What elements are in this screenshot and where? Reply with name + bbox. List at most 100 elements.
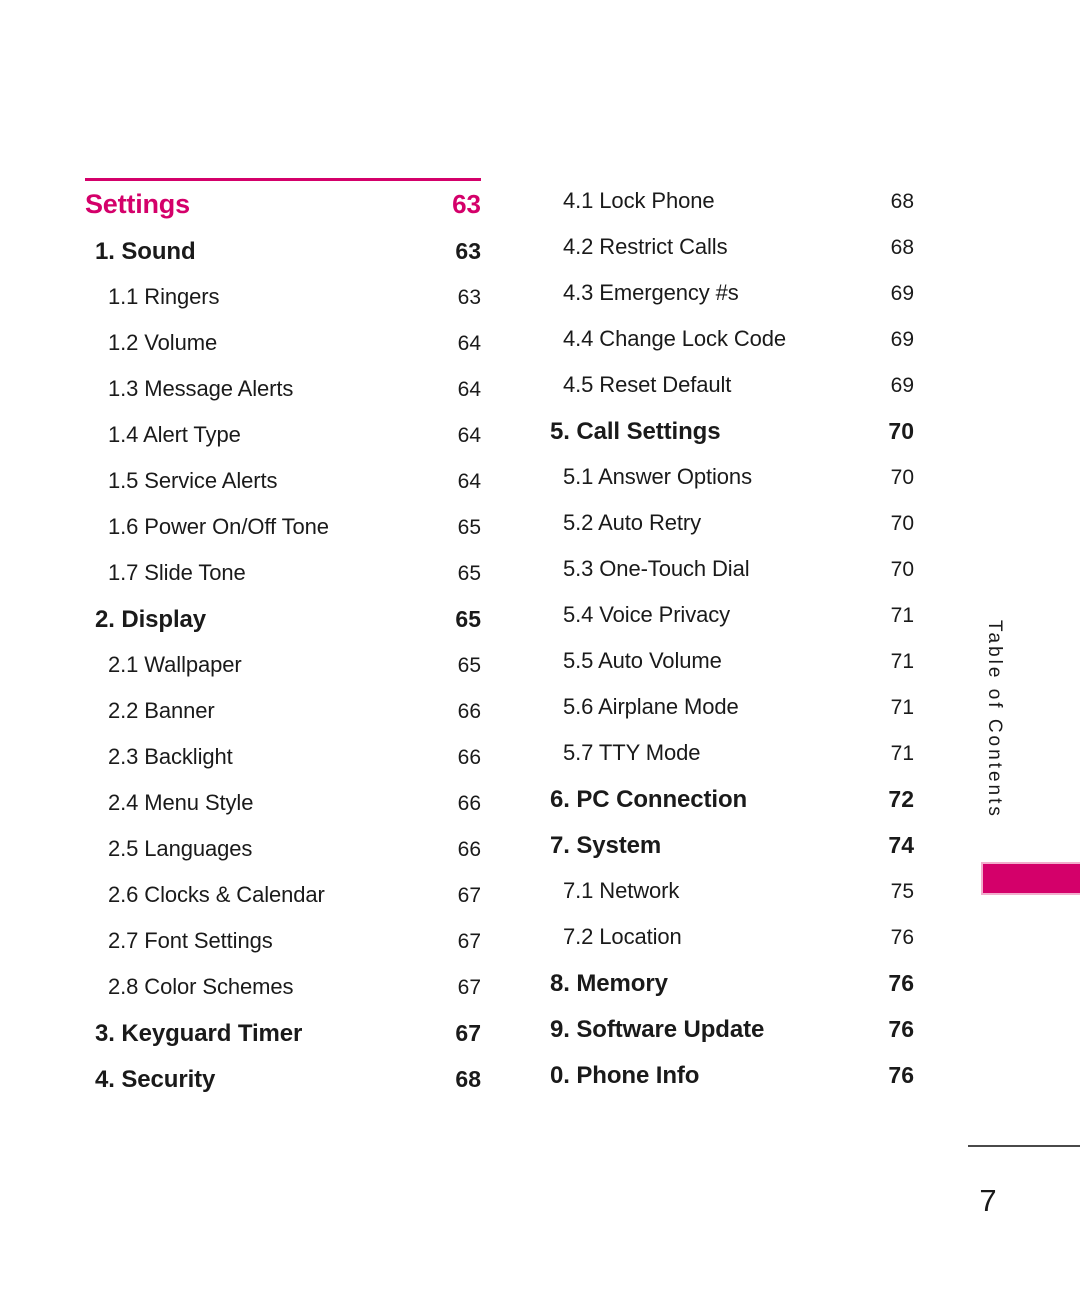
toc-left-entry[interactable]: 2.3 Backlight 66 — [85, 744, 481, 790]
toc-right-entry[interactable]: 5.1 Answer Options 70 — [540, 464, 914, 510]
toc-entry-label: 2.1 Wallpaper — [108, 652, 242, 677]
toc-right-entry[interactable]: 5.5 Auto Volume 71 — [540, 648, 914, 694]
toc-entry-label: 1.4 Alert Type — [108, 422, 241, 447]
toc-entry-page: 69 — [890, 374, 914, 397]
toc-entry-label: 3. Keyguard Timer — [95, 1020, 303, 1047]
toc-entry-page: 67 — [457, 884, 481, 907]
toc-entry-label: 7.2 Location — [563, 924, 682, 949]
toc-entry-label: 2.5 Languages — [108, 836, 253, 861]
toc-right-entry[interactable]: 5.7 TTY Mode 71 — [540, 740, 914, 786]
toc-entry-label: 4. Security — [95, 1066, 216, 1093]
toc-entry-label: 1.6 Power On/Off Tone — [108, 514, 329, 539]
toc-entry-page: 75 — [890, 880, 914, 903]
toc-entry-label: 5.7 TTY Mode — [563, 740, 701, 765]
toc-entry-page: 64 — [457, 378, 481, 401]
toc-left-entry[interactable]: 2. Display 65 — [85, 606, 481, 652]
toc-entry-page: 63 — [457, 286, 481, 309]
toc-entry-page: 68 — [890, 190, 914, 213]
toc-left-entry[interactable]: 1.4 Alert Type 64 — [85, 422, 481, 468]
toc-entry-label: 4.4 Change Lock Code — [563, 326, 787, 351]
toc-right-entry[interactable]: 5.2 Auto Retry 70 — [540, 510, 914, 556]
toc-right-entry[interactable]: 4.5 Reset Default 69 — [540, 372, 914, 418]
toc-entry-label: 2.8 Color Schemes — [108, 974, 294, 999]
toc-left-entry[interactable]: 4. Security 68 — [85, 1066, 481, 1112]
toc-right-entry[interactable]: 7. System 74 — [540, 832, 914, 878]
section-header: Settings 63 — [85, 189, 481, 220]
toc-entry-label: 5.5 Auto Volume — [563, 648, 722, 673]
toc-entry-label: 7. System — [550, 832, 662, 859]
side-tab-label: Table of Contents — [984, 620, 1005, 819]
toc-left-entry[interactable]: 2.8 Color Schemes 67 — [85, 974, 481, 1020]
toc-entry-label: 2.6 Clocks & Calendar — [108, 882, 325, 907]
toc-list-right: 4.1 Lock Phone 68 4.2 Restrict Calls 68 4.3 … — [540, 188, 914, 1108]
toc-right-entry[interactable]: 4.2 Restrict Calls 68 — [540, 234, 914, 280]
toc-entry-label: 2.7 Font Settings — [108, 928, 273, 953]
toc-right-entry[interactable]: 7.2 Location 76 — [540, 924, 914, 970]
toc-entry-label: 5.1 Answer Options — [563, 464, 752, 489]
toc-entry-page: 70 — [890, 466, 914, 489]
toc-entry-page: 76 — [888, 1016, 914, 1042]
toc-right-entry[interactable]: 4.4 Change Lock Code 69 — [540, 326, 914, 372]
toc-entry-label: 1.1 Ringers — [108, 284, 220, 309]
toc-left-entry[interactable]: 1.2 Volume 64 — [85, 330, 481, 376]
toc-left-entry[interactable]: 1. Sound 63 — [85, 238, 481, 284]
footer-page-number: 7 — [979, 1183, 997, 1218]
toc-entry-page: 71 — [890, 696, 914, 719]
toc-right-entry[interactable]: 4.1 Lock Phone 68 — [540, 188, 914, 234]
toc-right-entry[interactable]: 6. PC Connection 72 — [540, 786, 914, 832]
toc-entry-page: 66 — [457, 838, 481, 861]
toc-left-entry[interactable]: 3. Keyguard Timer 67 — [85, 1020, 481, 1066]
toc-entry-label: 8. Memory — [550, 970, 668, 997]
toc-entry-page: 70 — [888, 418, 914, 444]
toc-left-entry[interactable]: 2.4 Menu Style 66 — [85, 790, 481, 836]
toc-right-entry[interactable]: 4.3 Emergency #s 69 — [540, 280, 914, 326]
footer-rule — [968, 1145, 1080, 1147]
toc-entry-label: 2.3 Backlight — [108, 744, 233, 769]
toc-entry-page: 70 — [890, 558, 914, 581]
toc-page: Settings 63 1. Sound 63 1.1 Ringers 63 1.2 V… — [0, 0, 1080, 1295]
toc-entry-label: 5.2 Auto Retry — [563, 510, 702, 535]
toc-right-entry[interactable]: 5.6 Airplane Mode 71 — [540, 694, 914, 740]
toc-left-entry[interactable]: 1.3 Message Alerts 64 — [85, 376, 481, 422]
toc-left-entry[interactable]: 2.7 Font Settings 67 — [85, 928, 481, 974]
toc-right-entry[interactable]: 0. Phone Info 76 — [540, 1062, 914, 1108]
toc-entry-label: 2. Display — [95, 606, 207, 633]
toc-right-entry[interactable]: 8. Memory 76 — [540, 970, 914, 1016]
toc-entry-label: 2.2 Banner — [108, 698, 215, 723]
toc-right-entry[interactable]: 5.3 One-Touch Dial 70 — [540, 556, 914, 602]
toc-entry-label: 4.2 Restrict Calls — [563, 234, 728, 259]
section-header-page: 63 — [452, 189, 481, 219]
toc-entry-label: 4.3 Emergency #s — [563, 280, 739, 305]
toc-left-entry[interactable]: 1.5 Service Alerts 64 — [85, 468, 481, 514]
toc-left-entry[interactable]: 2.2 Banner 66 — [85, 698, 481, 744]
toc-entry-label: 1. Sound — [95, 238, 196, 265]
toc-entry-page: 67 — [457, 930, 481, 953]
toc-left-entry[interactable]: 1.6 Power On/Off Tone 65 — [85, 514, 481, 560]
toc-entry-label: 4.5 Reset Default — [563, 372, 732, 397]
toc-right-entry[interactable]: 9. Software Update 76 — [540, 1016, 914, 1062]
toc-entry-label: 9. Software Update — [550, 1016, 765, 1043]
toc-entry-page: 74 — [888, 832, 914, 858]
toc-left-entry[interactable]: 2.5 Languages 66 — [85, 836, 481, 882]
toc-right-entry[interactable]: 7.1 Network 75 — [540, 878, 914, 924]
toc-entry-page: 65 — [457, 516, 481, 539]
toc-right-entry[interactable]: 5. Call Settings 70 — [540, 418, 914, 464]
toc-entry-label: 4.1 Lock Phone — [563, 188, 715, 213]
toc-entry-page: 64 — [457, 424, 481, 447]
toc-entry-label: 7.1 Network — [563, 878, 680, 903]
toc-entry-label: 1.7 Slide Tone — [108, 560, 246, 585]
toc-entry-label: 2.4 Menu Style — [108, 790, 254, 815]
toc-left-entry[interactable]: 2.6 Clocks & Calendar 67 — [85, 882, 481, 928]
toc-entry-page: 64 — [457, 470, 481, 493]
toc-entry-page: 64 — [457, 332, 481, 355]
side-tab-marker — [981, 862, 1080, 895]
toc-right-entry[interactable]: 5.4 Voice Privacy 71 — [540, 602, 914, 648]
toc-left-entry[interactable]: 1.1 Ringers 63 — [85, 284, 481, 330]
toc-entry-label: 1.5 Service Alerts — [108, 468, 278, 493]
toc-left-entry[interactable]: 2.1 Wallpaper 65 — [85, 652, 481, 698]
toc-entry-page: 68 — [890, 236, 914, 259]
toc-entry-label: 1.3 Message Alerts — [108, 376, 294, 401]
toc-left-entry[interactable]: 1.7 Slide Tone 65 — [85, 560, 481, 606]
section-header-title: Settings — [85, 189, 190, 219]
toc-entry-page: 72 — [888, 786, 914, 812]
